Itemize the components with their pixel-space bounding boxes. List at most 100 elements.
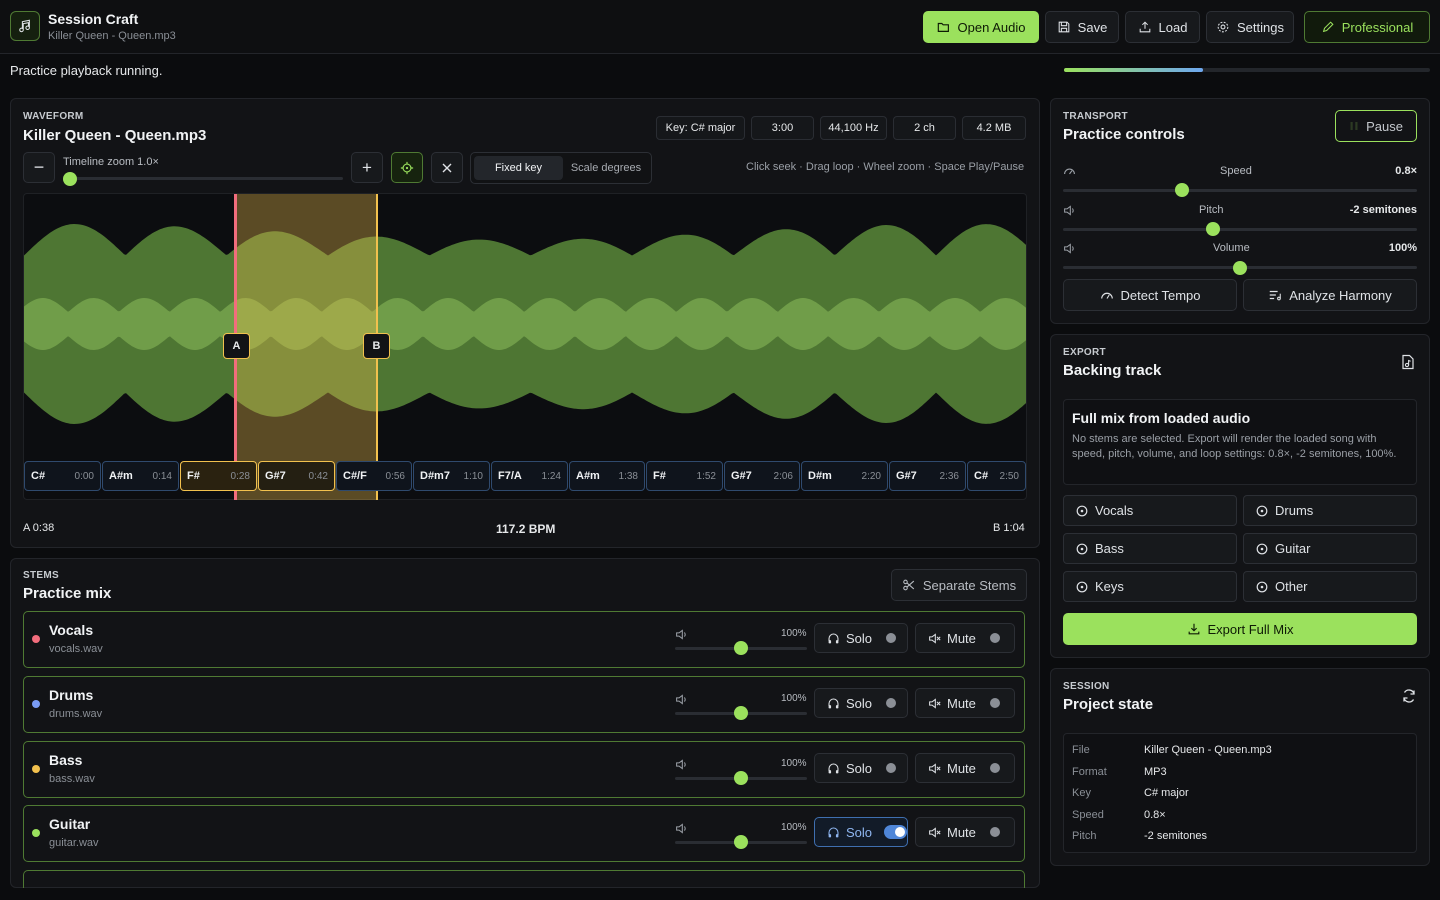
meta-size-chip: 4.2 MB (962, 116, 1026, 140)
solo-button[interactable]: Solo (814, 817, 908, 847)
analyze-harmony-button[interactable]: Analyze Harmony (1243, 279, 1417, 311)
chord-block[interactable]: F# 0:28 (180, 461, 257, 491)
chord-block[interactable]: F7/A 1:24 (491, 461, 568, 491)
chord-block[interactable]: D#m 2:20 (801, 461, 888, 491)
headphones-icon (827, 632, 840, 645)
export-stem-option[interactable]: Bass (1063, 533, 1237, 564)
stem-volume-knob[interactable] (734, 835, 748, 849)
stem-volume-knob[interactable] (734, 641, 748, 655)
speed-slider-track[interactable] (1063, 189, 1417, 192)
session-value: Killer Queen - Queen.mp3 (1144, 744, 1272, 756)
export-stem-option[interactable]: Drums (1243, 495, 1417, 526)
separate-stems-button[interactable]: Separate Stems (891, 569, 1027, 601)
chord-block[interactable]: G#7 2:06 (724, 461, 800, 491)
chord-block[interactable]: G#7 0:42 (258, 461, 335, 491)
load-label: Load (1158, 19, 1188, 35)
refresh-icon[interactable] (1401, 688, 1417, 704)
mute-label: Mute (947, 760, 976, 776)
mute-button[interactable]: Mute (915, 753, 1015, 783)
export-stem-label: Guitar (1275, 541, 1311, 556)
chord-time: 2:36 (939, 470, 959, 482)
session-key: Pitch (1072, 830, 1097, 842)
stem-volume-knob[interactable] (734, 706, 748, 720)
gauge-icon (1100, 292, 1113, 299)
loop-marker-b[interactable]: B (363, 333, 390, 359)
pitch-value: -2 semitones (1349, 204, 1417, 216)
stem-volume-value: 100% (781, 758, 807, 769)
save-button[interactable]: Save (1045, 11, 1119, 43)
mute-button[interactable]: Mute (915, 817, 1015, 847)
zoom-in-button[interactable]: + (351, 152, 383, 183)
mute-label: Mute (947, 824, 976, 840)
pause-button[interactable]: Pause (1335, 110, 1417, 142)
speaker-muted-icon (928, 632, 941, 645)
chord-block[interactable]: A#m 1:38 (569, 461, 645, 491)
solo-button[interactable]: Solo (814, 623, 908, 653)
loop-region[interactable] (236, 194, 378, 500)
loop-start-label: A 0:38 (23, 522, 55, 534)
volume-slider-knob[interactable] (1233, 261, 1247, 275)
export-full-mix-button[interactable]: Export Full Mix (1063, 613, 1417, 645)
pitch-slider-knob[interactable] (1205, 222, 1220, 236)
export-stem-label: Drums (1275, 503, 1314, 518)
mute-button[interactable]: Mute (915, 623, 1015, 653)
detect-tempo-button[interactable]: Detect Tempo (1063, 279, 1237, 311)
fixed-key-option[interactable]: Fixed key (474, 156, 563, 180)
stem-file: drums.wav (49, 708, 103, 720)
export-stem-option[interactable]: Other (1243, 571, 1417, 602)
speaker-icon (675, 758, 688, 771)
chord-block[interactable]: G#7 2:36 (889, 461, 966, 491)
radio-circle-icon (1256, 543, 1268, 555)
scale-degrees-option[interactable]: Scale degrees (563, 156, 649, 180)
chord-time: 0:56 (385, 470, 405, 482)
stem-file: vocals.wav (49, 643, 103, 655)
zoom-out-button[interactable]: − (23, 152, 55, 183)
transport-title: Practice controls (1063, 126, 1185, 143)
solo-button[interactable]: Solo (814, 753, 908, 783)
chord-block[interactable]: D#m7 1:10 (413, 461, 490, 491)
export-stem-option[interactable]: Guitar (1243, 533, 1417, 564)
solo-label: Solo (846, 630, 873, 646)
open-audio-button[interactable]: Open Audio (923, 11, 1039, 43)
app-header: Session Craft Killer Queen - Queen.mp3 O… (0, 0, 1440, 54)
locate-playhead-button[interactable] (391, 152, 423, 183)
export-file-icon[interactable] (1400, 354, 1416, 370)
chord-name: D#m7 (420, 470, 450, 482)
export-stem-label: Other (1275, 579, 1308, 594)
mute-indicator (989, 763, 1000, 773)
chord-block[interactable]: C#/F 0:56 (336, 461, 412, 491)
radio-circle-icon (1076, 581, 1088, 593)
mute-button[interactable]: Mute (915, 688, 1015, 718)
stem-volume-knob[interactable] (734, 771, 748, 785)
session-key: File (1072, 744, 1090, 756)
radio-circle-icon (1076, 505, 1088, 517)
zoom-slider-track[interactable] (63, 177, 343, 180)
loop-end-label: B 1:04 (993, 522, 1025, 534)
waveform-canvas[interactable] (23, 193, 1027, 500)
professional-button[interactable]: Professional (1304, 11, 1430, 43)
chord-block[interactable]: F# 1:52 (646, 461, 723, 491)
solo-button[interactable]: Solo (814, 688, 908, 718)
chord-name: F7/A (498, 470, 522, 482)
chord-name: G#7 (731, 470, 752, 482)
zoom-slider-knob[interactable] (63, 172, 77, 186)
chord-block[interactable]: A#m 0:14 (102, 461, 179, 491)
speaker-muted-icon (928, 697, 941, 710)
export-full-mix-label: Export Full Mix (1207, 621, 1294, 637)
meta-samplerate-chip: 44,100 Hz (820, 116, 887, 140)
chord-name: A#m (576, 470, 600, 482)
upload-icon (1139, 21, 1150, 33)
settings-button[interactable]: Settings (1206, 11, 1294, 43)
export-stem-option[interactable]: Vocals (1063, 495, 1237, 526)
stem-volume-value: 100% (781, 693, 807, 704)
export-box-title: Full mix from loaded audio (1072, 410, 1251, 426)
pitch-slider-track[interactable] (1063, 228, 1417, 231)
loop-marker-a[interactable]: A (223, 333, 250, 359)
chord-block[interactable]: C# 2:50 (967, 461, 1026, 491)
chord-block[interactable]: C# 0:00 (24, 461, 101, 491)
clear-loop-button[interactable] (431, 152, 463, 183)
speaker-icon (675, 822, 688, 835)
load-button[interactable]: Load (1125, 11, 1200, 43)
radio-circle-icon (1256, 505, 1268, 517)
export-stem-option[interactable]: Keys (1063, 571, 1237, 602)
